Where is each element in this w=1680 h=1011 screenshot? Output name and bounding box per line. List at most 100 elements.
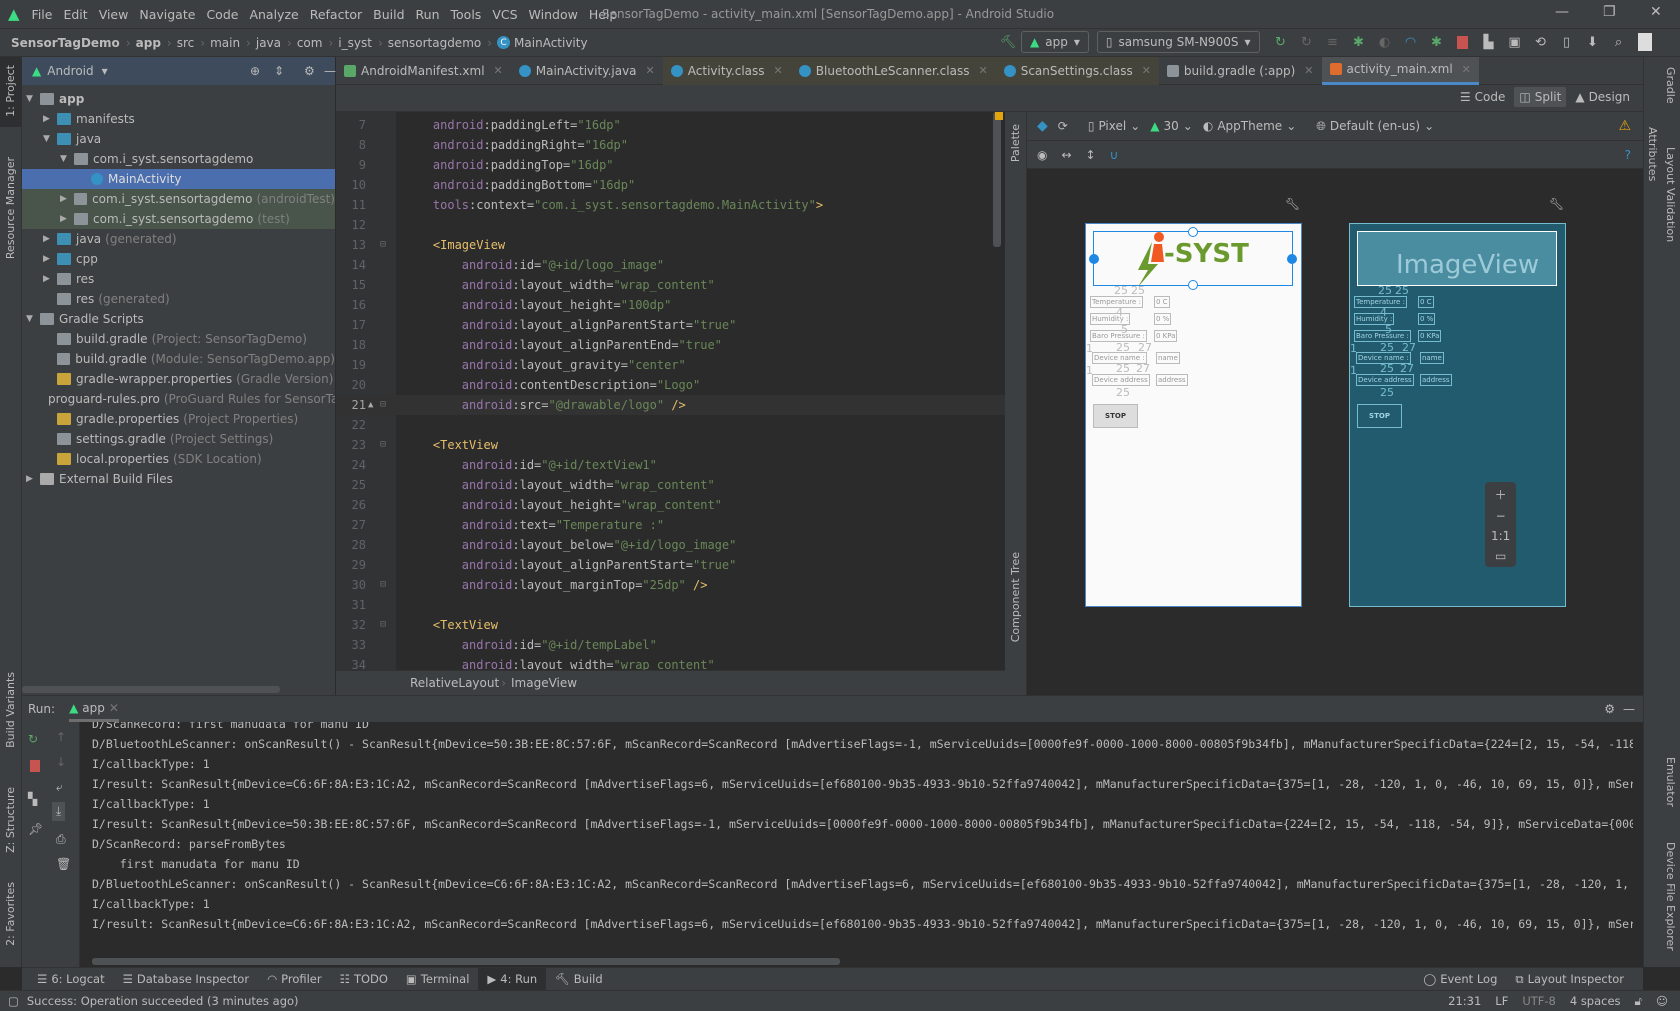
device-preview-select[interactable]: ▯ Pixel ⌄: [1088, 119, 1140, 133]
debug-icon[interactable]: ✱: [1348, 31, 1370, 53]
favorites-tool-button[interactable]: 2: Favorites: [4, 882, 17, 946]
wrench-icon[interactable]: 🔧︎: [1549, 197, 1564, 211]
code-line[interactable]: 9 android:paddingTop="16dp": [336, 155, 1005, 175]
up-arrow-icon[interactable]: ↑: [56, 730, 66, 744]
breadcrumb-item[interactable]: java: [256, 36, 281, 50]
hide-icon[interactable]: —: [324, 64, 336, 78]
widget-temp-value[interactable]: 0 C: [1154, 296, 1170, 308]
zoom-to-fit-icon[interactable]: ▭: [1495, 549, 1506, 563]
fold-icon[interactable]: ⊟: [380, 615, 386, 635]
menu-vcs[interactable]: VCS: [492, 7, 517, 22]
tool-tab-database[interactable]: ☰ Database Inspector: [114, 968, 258, 991]
code-line[interactable]: 16 android:layout_height="100dp": [336, 295, 1005, 315]
fold-icon[interactable]: ⊟: [380, 435, 386, 455]
close-icon[interactable]: ✕: [494, 64, 503, 77]
close-icon[interactable]: ✕: [1462, 63, 1471, 76]
warning-icon[interactable]: ⚠: [1618, 118, 1631, 134]
breadcrumb-item[interactable]: sensortagdemo: [388, 36, 481, 50]
gear-icon[interactable]: ⚙: [1604, 702, 1615, 716]
chevron-right-icon[interactable]: ▶: [43, 274, 57, 284]
code-line[interactable]: 11 tools:context="com.i_syst.sensortagde…: [336, 195, 1005, 215]
line-separator[interactable]: LF: [1495, 994, 1508, 1008]
locale-select[interactable]: 🌐︎ Default (en-us) ⌄: [1316, 119, 1434, 134]
code-line[interactable]: 34 android:layout_width="wrap_content": [336, 655, 1005, 670]
tab-bluetoothlescanner-class[interactable]: BluetoothLeScanner.class ✕: [790, 56, 996, 85]
attach-debugger-icon[interactable]: ✱: [1426, 31, 1448, 53]
caret-position[interactable]: 21:31: [1448, 994, 1481, 1008]
chevron-right-icon[interactable]: ▶: [26, 474, 40, 484]
gear-icon[interactable]: ⚙: [304, 64, 315, 78]
menu-tools[interactable]: Tools: [451, 7, 482, 22]
widget-temp-value[interactable]: 0 C: [1418, 296, 1434, 308]
code-line[interactable]: 24 android:id="@+id/textView1": [336, 455, 1005, 475]
code-line[interactable]: 30 android:layout_marginTop="25dp" /> ⊟: [336, 575, 1005, 595]
print-icon[interactable]: ⎙: [56, 832, 66, 847]
lock-icon[interactable]: 🔓︎: [1635, 994, 1642, 1009]
component-tree-tool-button[interactable]: Component Tree: [1009, 552, 1022, 642]
indent-setting[interactable]: 4 spaces: [1570, 994, 1621, 1008]
tree-item[interactable]: MainActivity: [22, 169, 335, 189]
zoom-in-icon[interactable]: ＋: [1495, 486, 1507, 503]
menu-code[interactable]: Code: [206, 7, 238, 22]
menu-view[interactable]: View: [99, 7, 129, 22]
collapse-all-icon[interactable]: ⇕: [274, 64, 284, 78]
tree-item[interactable]: ▼ com.i_syst.sensortagdemo: [22, 149, 335, 169]
code-line[interactable]: 21 android:src="@drawable/logo" /> ⊟ ▲: [336, 395, 1005, 415]
menu-window[interactable]: Window: [529, 7, 578, 22]
chevron-down-icon[interactable]: ▾: [102, 64, 108, 78]
sdk-manager-icon[interactable]: ⬇: [1582, 31, 1604, 53]
close-icon[interactable]: ✕: [1304, 64, 1313, 77]
down-arrow-icon[interactable]: ↓: [56, 755, 66, 769]
code-line[interactable]: 27 android:text="Temperature :": [336, 515, 1005, 535]
vertical-arrows-icon[interactable]: ↕: [1086, 148, 1096, 162]
fold-icon[interactable]: ⊟: [380, 395, 386, 415]
menu-build[interactable]: Build: [373, 7, 404, 22]
breadcrumb-item[interactable]: main: [210, 36, 240, 50]
menu-navigate[interactable]: Navigate: [139, 7, 195, 22]
rerun-icon[interactable]: ↻: [28, 732, 38, 746]
tree-item[interactable]: ▶ res: [22, 269, 335, 289]
code-line[interactable]: 15 android:layout_width="wrap_content": [336, 275, 1005, 295]
maximize-button[interactable]: ❐: [1603, 4, 1616, 20]
menu-analyze[interactable]: Analyze: [249, 7, 298, 22]
close-window-button[interactable]: ✕: [1650, 4, 1662, 20]
code-line[interactable]: 13 <ImageView ⊟: [336, 235, 1005, 255]
stop-button[interactable]: STOP: [1093, 404, 1138, 428]
tool-tab-event-log[interactable]: ◯ Event Log: [1414, 968, 1506, 991]
stop-icon[interactable]: [1452, 31, 1474, 53]
minimize-button[interactable]: —: [1555, 4, 1569, 20]
chevron-right-icon[interactable]: ▶: [43, 254, 57, 264]
code-mode-button[interactable]: ☰ Code: [1455, 87, 1511, 107]
close-icon[interactable]: ✕: [109, 701, 119, 715]
breadcrumb-item[interactable]: i_syst: [338, 36, 372, 50]
project-view-select[interactable]: Android: [47, 64, 93, 78]
run-config-select[interactable]: ▲ app ▾: [1021, 31, 1089, 53]
tree-item[interactable]: ▼ java: [22, 129, 335, 149]
soft-wrap-icon[interactable]: ⤶: [56, 780, 63, 795]
code-line[interactable]: 25 android:layout_width="wrap_content": [336, 475, 1005, 495]
code-line[interactable]: 19 android:layout_gravity="center": [336, 355, 1005, 375]
chevron-right-icon[interactable]: ▶: [60, 194, 74, 204]
code-line[interactable]: 20 android:contentDescription="Logo": [336, 375, 1005, 395]
crumb-imageview[interactable]: ImageView: [511, 676, 577, 690]
theme-select[interactable]: ◐ AppTheme ⌄: [1203, 119, 1296, 133]
chevron-right-icon[interactable]: ▶: [60, 214, 74, 224]
code-line[interactable]: 32 <TextView ⊟: [336, 615, 1005, 635]
inspector-icon[interactable]: ☺: [1656, 994, 1668, 1008]
breadcrumb-item[interactable]: MainActivity: [514, 36, 588, 50]
structure-tool-button[interactable]: Z: Structure: [4, 787, 17, 853]
design-preview[interactable]: -SYST Temperature :0 C Humidity :0 % Baro …: [1085, 223, 1302, 607]
widget-baro-value[interactable]: 0 KPa: [1418, 330, 1442, 342]
tree-item[interactable]: ▼ Gradle Scripts: [22, 309, 335, 329]
stop-icon[interactable]: [30, 760, 40, 772]
build-hammer-icon[interactable]: 🔨︎: [997, 31, 1019, 53]
pin-icon[interactable]: 📌︎: [28, 822, 43, 836]
profile-icon[interactable]: ◠: [1400, 31, 1422, 53]
design-mode-button[interactable]: ▲ Design: [1570, 87, 1635, 107]
horizontal-scrollbar[interactable]: [22, 686, 280, 693]
hide-icon[interactable]: —: [1623, 702, 1635, 716]
search-icon[interactable]: ⌕: [1608, 31, 1630, 53]
layout-validation-tool-button[interactable]: Layout Validation: [1664, 147, 1677, 242]
tree-item[interactable]: proguard-rules.pro (ProGuard Rules for Se…: [22, 389, 335, 409]
chevron-down-icon[interactable]: ▼: [26, 314, 40, 324]
